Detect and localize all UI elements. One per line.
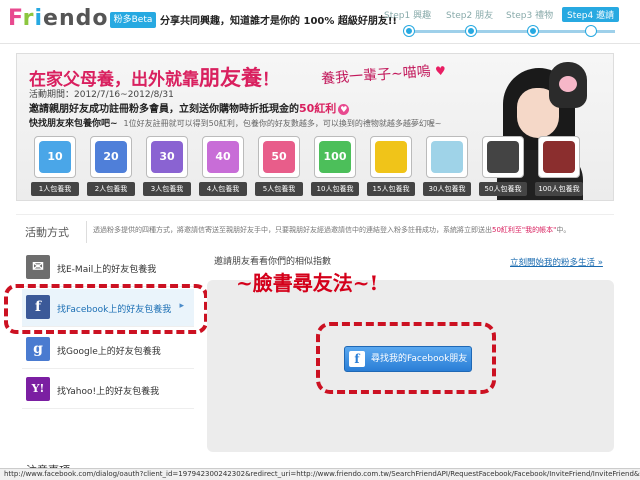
reward-image: 50 [258,136,300,178]
reward-icon [431,141,463,173]
banner-meow-text: 養我一輩子~喵嗚 ♥ [320,63,447,88]
panel-title: 邀請朋友看看你們的相似指數 [214,257,332,267]
google-icon: g [26,337,50,361]
handwritten-annotation: ~臉書尋友法~! [236,271,379,295]
reward-image: 100 [314,136,356,178]
reward-label: 2人包養我 [87,182,135,196]
reward-tier-9: 50人包養我 [479,136,527,200]
sidebar-item-label: 找Facebook上的好友包養我 [57,305,172,315]
reward-tier-4: 40 4人包養我 [199,136,247,200]
sidebar-item-email[interactable]: ✉ 找E-Mail上的好友包養我 [22,249,194,287]
divider [86,221,87,243]
step-track [410,30,615,33]
sidebar-item-label: 找E-Mail上的好友包養我 [57,265,157,275]
reward-icon: 20 [95,141,127,173]
step-3-label: Step3 禮物 [506,11,554,21]
activity-method-row: 活動方式 透過粉多提供的四種方式，將邀請信寄送至親朋好友手中，只要親朋好友經過邀… [16,214,614,246]
sidebar-item-label: 找Google上的好友包養我 [57,347,161,357]
site-tagline: 分享共同興趣，知道誰才是你的 100% 超級好朋友!! [160,16,397,27]
step-progress: Step1 興趣 Step2 朋友 Step3 禮物 Step4 邀請 [384,7,634,38]
heart-icon: ♥ [338,104,350,115]
beta-badge: 粉多Beta [110,12,156,28]
reward-image: 30 [146,136,188,178]
banner-offer: 邀請親朋好友成功註冊粉多會員，立刻送你購物時折抵現金的50紅利 ♥ [29,102,350,115]
reward-tier-3: 30 3人包養我 [143,136,191,200]
step-1-label: Step1 興趣 [384,11,432,21]
reward-tier-7: 15人包養我 [367,136,415,200]
yahoo-icon: Y! [26,377,50,401]
step-4-dot [586,26,596,36]
step-2-label: Step2 朋友 [446,11,494,21]
reward-tier-10: 100人包養我 [535,136,583,200]
reward-tier-1: 10 1人包養我 [31,136,79,200]
reward-image [370,136,412,178]
reward-tiers: 10 1人包養我 20 2人包養我 30 3人包養我 40 4人包養我 50 5人包養我 100 10… [17,136,613,200]
reward-image [426,136,468,178]
step-4-label: Step4 邀請 [562,7,620,22]
reward-tier-5: 50 5人包養我 [255,136,303,200]
sidebar-item-yahoo[interactable]: Y! 找Yahoo!上的好友包養我 [22,371,194,409]
invite-source-list: ✉ 找E-Mail上的好友包養我 f 找Facebook上的好友包養我 ▸ g … [16,247,194,417]
friendo-logo[interactable]: Friendo [8,6,108,31]
sidebar-item-label: 找Yahoo!上的好友包養我 [57,387,160,397]
promo-banner: 在家父母養，出外就靠朋友養！ 養我一輩子~喵嗚 ♥ 活動期間：2012/7/16… [16,53,614,201]
reward-icon [375,141,407,173]
fb-button-label: 尋找我的Facebook朋友 [371,354,468,364]
reward-label: 1人包養我 [31,182,79,196]
reward-label: 3人包養我 [143,182,191,196]
browser-status-bar: http://www.facebook.com/dialog/oauth?cli… [0,468,640,480]
reward-icon: 100 [319,141,351,173]
reward-image: 40 [202,136,244,178]
sidebar-item-facebook[interactable]: f 找Facebook上的好友包養我 ▸ [22,289,194,327]
reward-label: 30人包養我 [423,182,471,196]
reward-label: 10人包養我 [311,182,359,196]
reward-tier-6: 100 10人包養我 [311,136,359,200]
sidebar-item-google[interactable]: g 找Google上的好友包養我 [22,331,194,369]
step-1-dot [404,26,414,36]
reward-image [482,136,524,178]
envelope-icon: ✉ [26,255,50,279]
reward-icon [543,141,575,173]
chevron-right-icon: ▸ [179,301,184,311]
reward-icon: 50 [263,141,295,173]
site-header: Friendo 粉多Beta 分享共同興趣，知道誰才是你的 100% 超級好朋友… [0,0,640,44]
reward-image: 20 [90,136,132,178]
reward-label: 5人包養我 [255,182,303,196]
find-facebook-friends-button[interactable]: f 尋找我的Facebook朋友 [344,346,472,372]
step-3-dot [528,26,538,36]
reward-icon [487,141,519,173]
reward-icon: 40 [207,141,239,173]
reward-icon: 10 [39,141,71,173]
banner-period: 活動期間：2012/7/16~2012/8/31 [29,90,174,100]
start-life-link[interactable]: 立刻開始我的粉多生活 » [510,256,603,268]
step-2-dot [466,26,476,36]
facebook-icon: f [349,351,365,367]
reward-tier-8: 30人包養我 [423,136,471,200]
reward-icon: 30 [151,141,183,173]
facebook-icon: f [26,295,50,319]
banner-subtext: 快找朋友來包養你吧~ 1位好友註冊就可以得到50紅利，包養你的好友數越多，可以換到… [29,119,442,129]
cat-paw-icon [549,62,587,108]
reward-image: 10 [34,136,76,178]
reward-tier-2: 20 2人包養我 [87,136,135,200]
activity-method-label: 活動方式 [25,226,69,239]
reward-image [538,136,580,178]
reward-label: 100人包養我 [535,182,583,196]
activity-method-desc: 透過粉多提供的四種方式，將邀請信寄送至親朋好友手中，只要親朋好友經過邀請信中的連… [93,226,571,234]
reward-label: 4人包養我 [199,182,247,196]
reward-label: 15人包養我 [367,182,415,196]
reward-label: 50人包養我 [479,182,527,196]
